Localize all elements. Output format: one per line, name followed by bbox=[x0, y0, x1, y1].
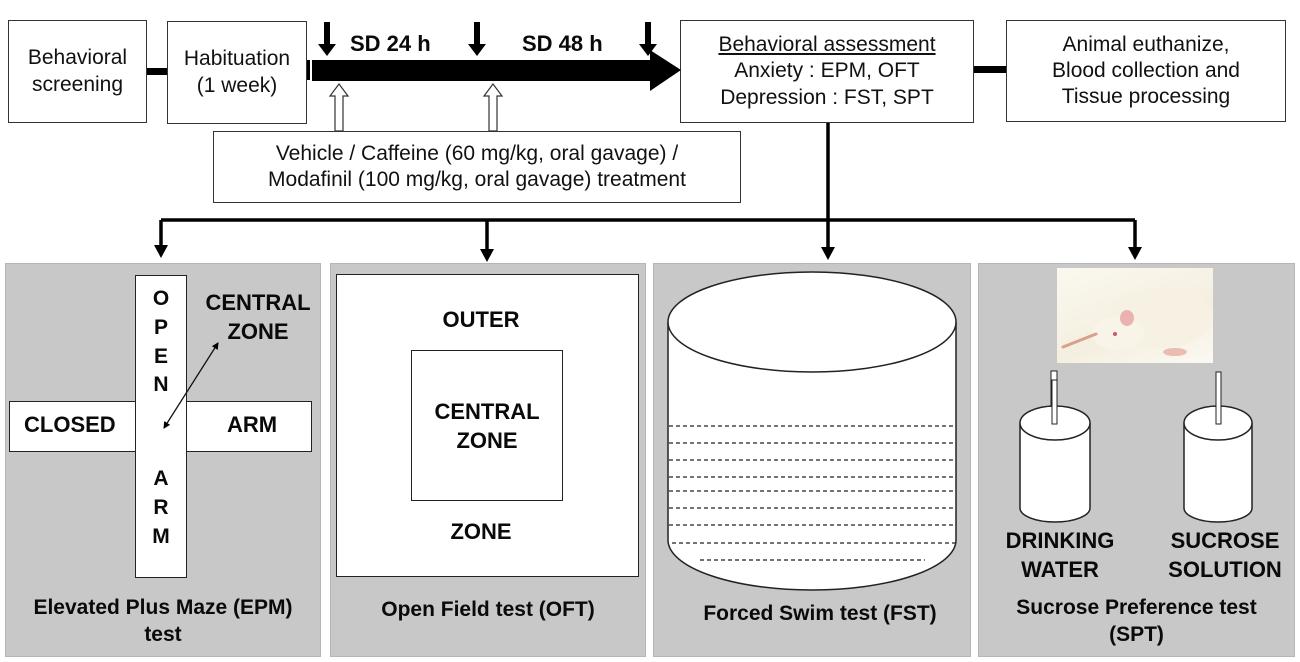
epm-arm-label: ARM bbox=[227, 412, 278, 437]
arrow-to-epm bbox=[154, 245, 168, 258]
spt-bottle1-line1: DRINKING bbox=[1005, 528, 1115, 553]
treatment-line2: Modafinil (100 mg/kg, oral gavage) treat… bbox=[268, 168, 686, 191]
sd24-label: SD 24 h bbox=[350, 31, 431, 56]
assessment-title: Behavioral assessment bbox=[718, 33, 936, 57]
oft-zone-label: ZONE bbox=[450, 519, 512, 544]
sd48-label: SD 48 h bbox=[522, 31, 603, 56]
step1-line1: Behavioral bbox=[27, 46, 128, 70]
spt-bottle2-line1: SUCROSE bbox=[1170, 528, 1280, 553]
spt-bottle2-label: SUCROSE SOLUTION bbox=[1155, 527, 1295, 584]
treatment-box: Vehicle / Caffeine (60 mg/kg, oral gavag… bbox=[213, 131, 741, 203]
connector-final bbox=[974, 66, 1006, 73]
treatment-arrow bbox=[328, 83, 350, 132]
spt-bottle1-label: DRINKING WATER bbox=[990, 527, 1130, 584]
epm-letter: P bbox=[153, 315, 168, 339]
epm-center bbox=[135, 401, 187, 452]
spt-caption-line2: (SPT) bbox=[1109, 623, 1164, 647]
treatment-arrow bbox=[482, 83, 504, 132]
final-line3: Tissue processing bbox=[1061, 85, 1231, 109]
final-box: Animal euthanize, Blood collection and T… bbox=[1006, 20, 1286, 122]
connector-1 bbox=[147, 68, 167, 75]
arrow-to-spt bbox=[1128, 247, 1142, 260]
oft-central-line2: ZONE bbox=[456, 427, 518, 453]
assessment-anxiety: Anxiety : EPM, OFT bbox=[734, 59, 920, 83]
oft-central-line1: CENTRAL bbox=[434, 399, 540, 424]
spt-bottle2-line2: SOLUTION bbox=[1168, 556, 1282, 582]
epm-caption-line2: test bbox=[144, 623, 182, 647]
epm-letter: O bbox=[152, 287, 170, 310]
final-line1: Animal euthanize, bbox=[1062, 32, 1230, 56]
assessment-box: Behavioral assessment Anxiety : EPM, OFT… bbox=[680, 20, 974, 123]
final-line2: Blood collection and bbox=[1052, 58, 1240, 82]
fst-panel bbox=[653, 263, 971, 657]
epm-letter: R bbox=[153, 495, 169, 519]
epm-caption: Elevated Plus Maze (EPM) test bbox=[5, 594, 321, 649]
epm-open-label-top: O P E N bbox=[148, 285, 174, 400]
oft-caption: Open Field test (OFT) bbox=[381, 598, 595, 621]
epm-caption-line1: Elevated Plus Maze (EPM) bbox=[33, 596, 293, 619]
epm-letter: E bbox=[153, 344, 168, 368]
epm-letter: M bbox=[152, 524, 170, 548]
habituation-box: Habituation (1 week) bbox=[167, 21, 307, 124]
oft-central-label: CENTRAL ZONE bbox=[411, 398, 563, 455]
sd-timepoint-arrow bbox=[639, 22, 657, 56]
behavioral-screening-box: Behavioral screening bbox=[8, 20, 147, 123]
spt-bottle1-line2: WATER bbox=[1021, 556, 1099, 582]
spt-caption: Sucrose Preference test (SPT) bbox=[978, 594, 1295, 649]
epm-letter: N bbox=[153, 373, 169, 397]
rat-photo bbox=[1057, 268, 1213, 363]
fst-caption: Forced Swim test (FST) bbox=[703, 602, 937, 625]
arrow-to-oft bbox=[480, 249, 494, 262]
oft-outer-label: OUTER bbox=[442, 307, 520, 332]
sd-timepoint-arrow bbox=[318, 22, 336, 56]
epm-closed-label: CLOSED bbox=[24, 412, 116, 437]
step1-line2: screening bbox=[31, 72, 124, 96]
assessment-depression: Depression : FST, SPT bbox=[720, 85, 934, 109]
spt-caption-line1: Sucrose Preference test bbox=[1016, 596, 1257, 619]
epm-letter: A bbox=[153, 467, 169, 490]
step2-line2: (1 week) bbox=[196, 73, 278, 97]
treatment-line1: Vehicle / Caffeine (60 mg/kg, oral gavag… bbox=[275, 141, 679, 165]
sd-timepoint-arrow bbox=[468, 22, 486, 56]
epm-open-label-bottom: A R M bbox=[148, 465, 174, 551]
step2-line1: Habituation bbox=[183, 47, 291, 71]
arrow-to-fst bbox=[821, 247, 835, 260]
epm-central-line2: ZONE bbox=[227, 318, 289, 344]
epm-central-line1: CENTRAL bbox=[205, 290, 311, 315]
epm-central-label: CENTRAL ZONE bbox=[196, 289, 320, 346]
